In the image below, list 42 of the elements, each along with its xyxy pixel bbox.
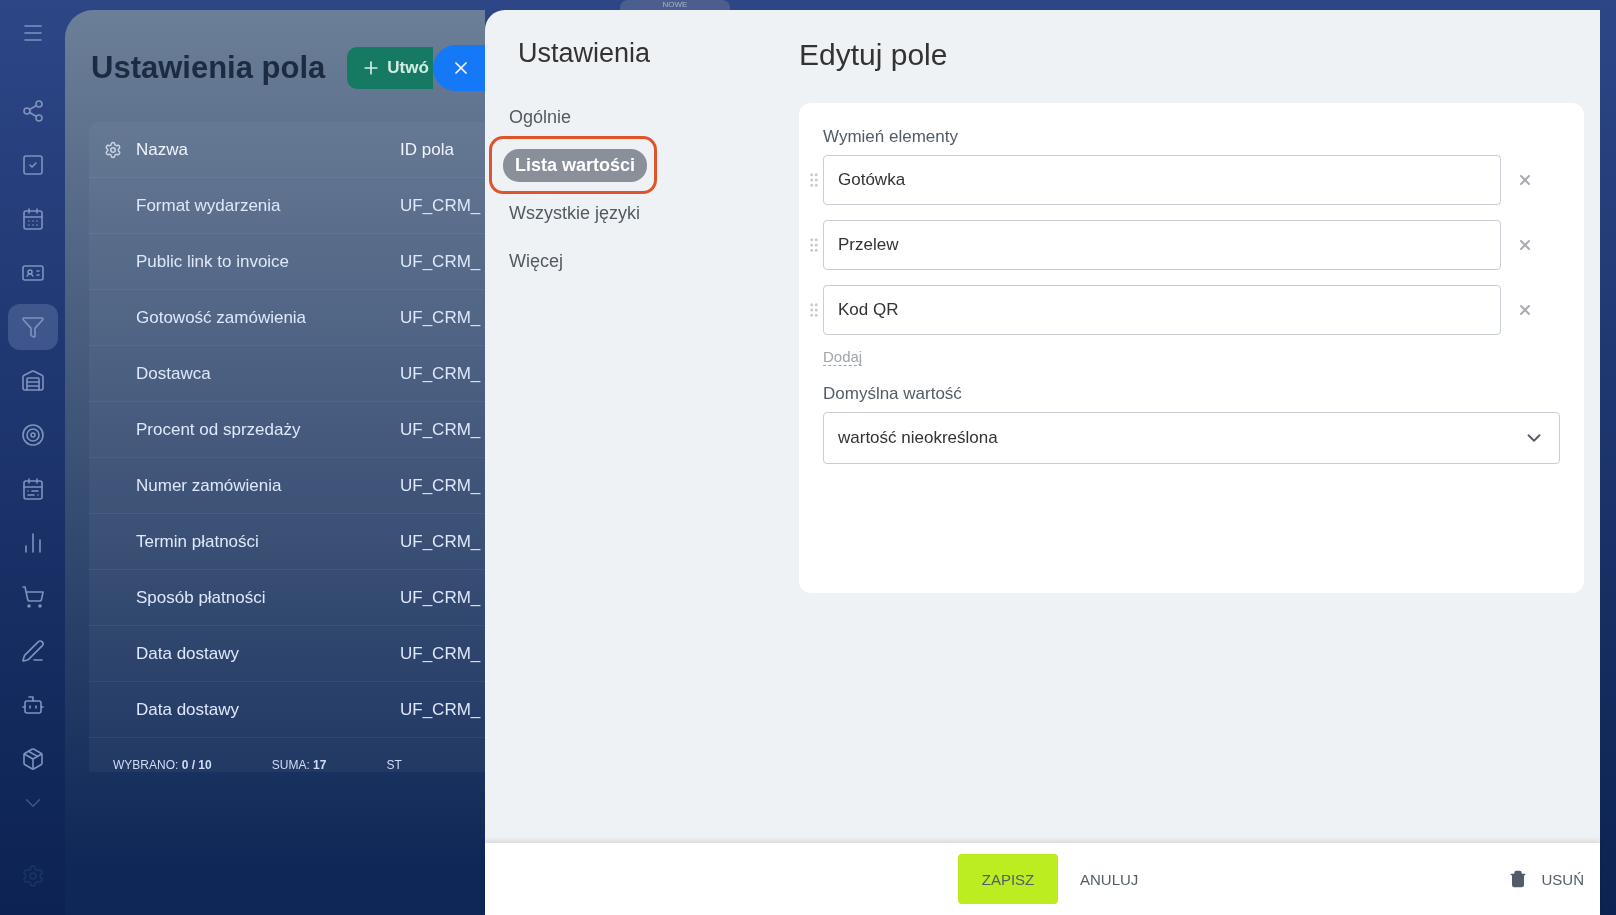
settings-nav-item[interactable]: Ogólnie [506, 100, 572, 134]
table-cell: UF_CRM_ [400, 587, 481, 608]
table-cell: UF_CRM_ [400, 699, 481, 720]
settings-nav-item[interactable]: Lista wartości [503, 148, 648, 182]
table-cell: UF_CRM_ [400, 643, 481, 664]
settings-nav-item[interactable]: Więcej [506, 244, 563, 278]
table-cell: UF_CRM_ [400, 363, 481, 384]
field-name-link[interactable]: Format wydarzenia [136, 195, 400, 216]
table-cell: UF_CRM_ [400, 419, 481, 440]
settings-title: Ustawienia [517, 38, 652, 70]
field-name-link[interactable]: Dostawca [136, 363, 400, 384]
field-name-link[interactable]: Gotowość zamówienia [136, 307, 400, 328]
input-field[interactable]: Gotówka [823, 155, 1501, 205]
input-field[interactable]: Przelew [823, 220, 1501, 270]
save-button[interactable]: ZAPISZ [958, 854, 1058, 904]
settings-nav-item[interactable]: Wszystkie języki [506, 196, 640, 230]
table-cell: UF_CRM_ [400, 475, 481, 496]
summary-stat: SUMA: 17 [271, 758, 327, 772]
field-label: Wymień elementy [823, 127, 959, 147]
input-field[interactable]: Kod QR [823, 285, 1501, 335]
table-cell: UF_CRM_ [400, 195, 481, 216]
default-value-select[interactable]: wartość nieokreślona [823, 412, 1560, 464]
table-cell: UF_CRM_ [400, 307, 481, 328]
summary-stat: WYBRANO: 0 / 10 [113, 758, 212, 772]
field-name-link[interactable]: Numer zamówienia [136, 475, 400, 496]
editor-title: Edytuj pole [799, 38, 949, 73]
create-button[interactable]: Utwó [347, 47, 433, 89]
table-cell: UF_CRM_ [400, 531, 481, 552]
field-label: Domyślna wartość [823, 384, 963, 404]
cancel-button[interactable]: ANULUJ [1080, 870, 1139, 888]
field-name-link[interactable]: Data dostawy [136, 699, 400, 720]
table-cell: UF_CRM_ [400, 251, 481, 272]
column-header: ID pola [400, 139, 454, 160]
field-name-link[interactable]: Termin płatności [136, 531, 400, 552]
field-name-link[interactable]: Procent od sprzedaży [136, 419, 400, 440]
delete-button[interactable]: USUŃ [1509, 870, 1584, 888]
field-name-link[interactable]: Data dostawy [136, 643, 400, 664]
page-title: Ustawienia pola [91, 50, 326, 86]
summary-stat: ST [386, 758, 402, 772]
field-name-link[interactable]: Public link to invoice [136, 251, 400, 272]
field-name-link[interactable]: Sposób płatności [136, 587, 400, 608]
column-header: Nazwa [136, 139, 189, 160]
